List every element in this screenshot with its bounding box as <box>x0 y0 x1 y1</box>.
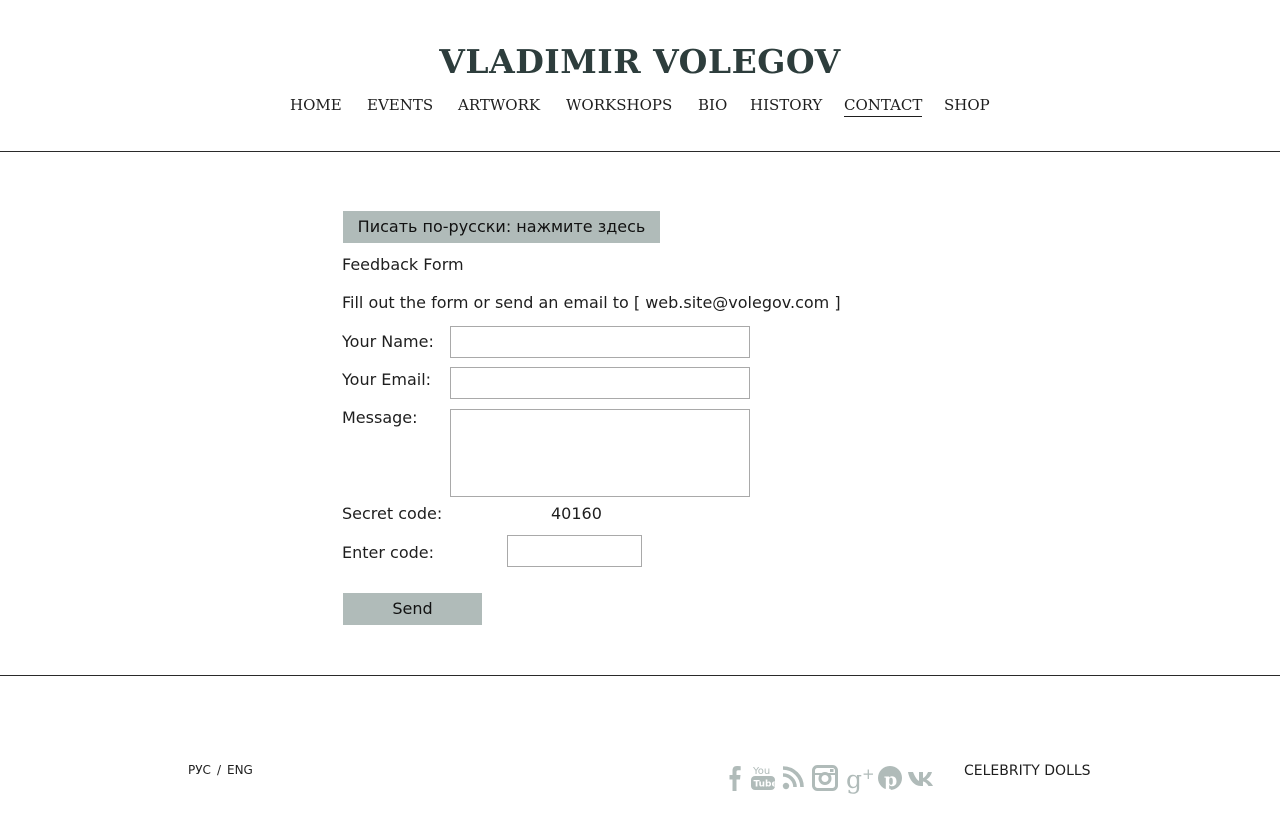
site-title[interactable]: VLADIMIR VOLEGOV <box>0 40 1280 84</box>
form-heading: Feedback Form <box>342 255 464 274</box>
instagram-icon[interactable] <box>811 762 839 794</box>
nav-bio[interactable]: BIO <box>698 94 727 116</box>
facebook-icon[interactable] <box>726 762 744 794</box>
svg-text:You: You <box>752 766 770 777</box>
message-textarea[interactable] <box>450 409 750 497</box>
nav-events[interactable]: EVENTS <box>367 94 433 116</box>
svg-text:+: + <box>862 765 875 783</box>
lang-separator: / <box>216 763 221 777</box>
form-intro: Fill out the form or send an email to [ … <box>342 293 841 312</box>
svg-text:g: g <box>846 765 862 794</box>
write-in-russian-button[interactable]: Писать по-русски: нажмите здесь <box>343 211 660 243</box>
lang-ru-link[interactable]: РУС <box>188 763 211 777</box>
google-plus-icon[interactable]: g + <box>845 762 875 794</box>
vk-icon[interactable] <box>906 762 938 794</box>
header-divider <box>0 151 1280 152</box>
rss-icon[interactable] <box>781 762 807 794</box>
enter-code-label: Enter code: <box>342 543 435 562</box>
main-nav: HOME EVENTS ARTWORK WORKSHOPS BIO HISTOR… <box>0 94 1280 118</box>
nav-home[interactable]: HOME <box>290 94 342 116</box>
name-label: Your Name: <box>342 332 434 351</box>
pinterest-icon[interactable]: p <box>876 762 904 794</box>
nav-workshops[interactable]: WORKSHOPS <box>566 94 672 116</box>
message-label: Message: <box>342 408 418 427</box>
svg-text:p: p <box>884 769 897 791</box>
celebrity-dolls-link[interactable]: CELEBRITY DOLLS <box>964 762 1091 780</box>
secret-code-label: Secret code: <box>342 504 443 523</box>
lang-en-link[interactable]: ENG <box>227 763 253 777</box>
name-input[interactable] <box>450 326 750 358</box>
nav-artwork[interactable]: ARTWORK <box>458 94 540 116</box>
email-input[interactable] <box>450 367 750 399</box>
language-switcher: РУС / ENG <box>188 762 253 778</box>
nav-shop[interactable]: SHOP <box>944 94 990 116</box>
secret-code-value: 40160 <box>551 504 602 523</box>
email-label: Your Email: <box>342 370 432 389</box>
nav-contact[interactable]: CONTACT <box>844 94 923 117</box>
youtube-icon[interactable]: You Tube <box>750 762 776 794</box>
nav-history[interactable]: HISTORY <box>750 94 822 116</box>
enter-code-input[interactable] <box>507 535 642 567</box>
send-button[interactable]: Send <box>343 593 482 625</box>
footer-divider <box>0 675 1280 676</box>
svg-text:Tube: Tube <box>754 780 777 790</box>
